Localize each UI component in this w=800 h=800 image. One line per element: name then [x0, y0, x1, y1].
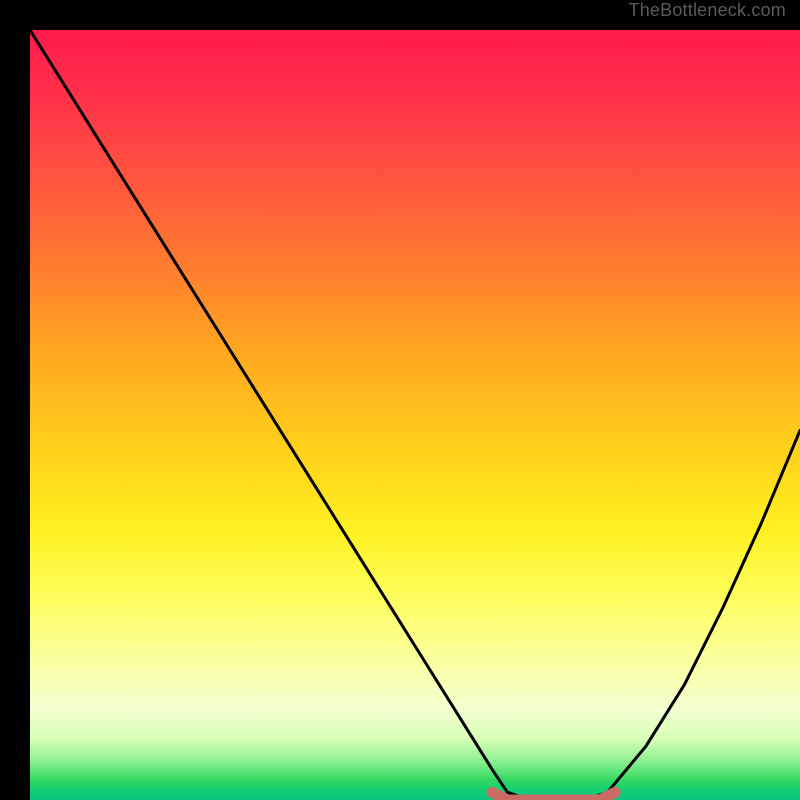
chart-frame: [15, 15, 785, 785]
watermark-text: TheBottleneck.com: [629, 0, 786, 21]
plot-area: [30, 30, 800, 800]
bottleneck-curve: [30, 30, 800, 800]
curve-layer: [30, 30, 800, 800]
